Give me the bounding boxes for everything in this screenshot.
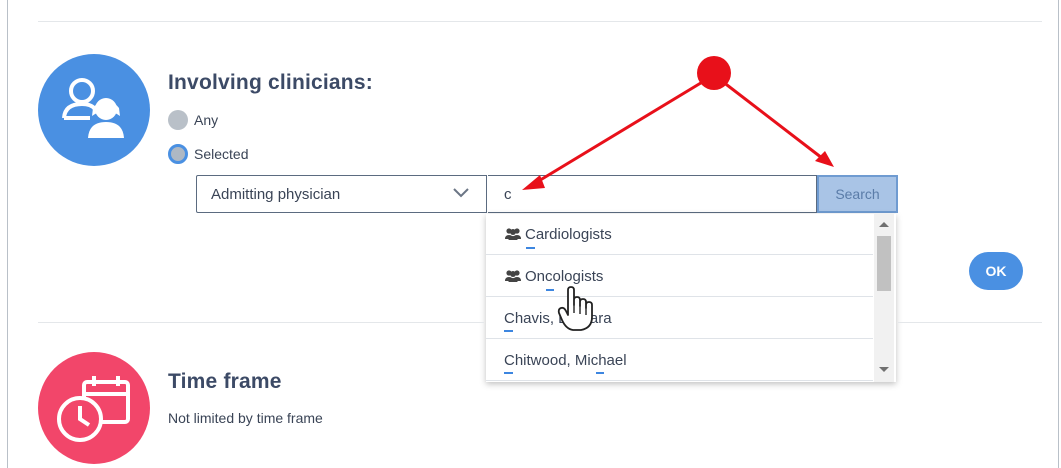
clinicians-title: Involving clinicians: bbox=[168, 71, 373, 94]
suggestion-item[interactable]: Chavis, Barbara bbox=[486, 298, 873, 339]
suggestion-label: Cardiologists bbox=[525, 225, 612, 243]
scroll-down-arrow[interactable] bbox=[879, 367, 889, 372]
role-select[interactable]: Admitting physician bbox=[196, 175, 487, 213]
match-highlight bbox=[546, 289, 554, 291]
clinicians-icon bbox=[38, 54, 150, 166]
top-divider bbox=[38, 21, 1042, 22]
role-select-value: Admitting physician bbox=[211, 185, 341, 203]
timeframe-description: Not limited by time frame bbox=[168, 410, 323, 426]
group-icon bbox=[505, 228, 521, 240]
section-divider bbox=[38, 322, 484, 323]
chevron-down-icon[interactable] bbox=[452, 186, 470, 200]
dropdown-scrollbar[interactable] bbox=[874, 214, 894, 382]
clinician-search-input[interactable]: c bbox=[488, 175, 817, 213]
scroll-thumb[interactable] bbox=[877, 236, 891, 291]
radio-selected-indicator[interactable] bbox=[168, 144, 188, 164]
search-button[interactable]: Search bbox=[817, 175, 898, 213]
suggestion-label: Chitwood, Michael bbox=[504, 351, 627, 369]
suggestion-item[interactable]: Cardiologists bbox=[486, 214, 873, 255]
suggestions-dropdown: Cardiologists Oncologists Chavis, Barbar… bbox=[486, 214, 896, 382]
radio-selected-label: Selected bbox=[194, 146, 249, 162]
match-highlight bbox=[504, 330, 513, 332]
timeframe-title: Time frame bbox=[168, 370, 282, 393]
section-divider bbox=[898, 322, 1042, 323]
suggestion-item[interactable]: Chitwood, Michael bbox=[486, 340, 873, 381]
time-frame-icon bbox=[38, 352, 150, 464]
ok-button[interactable]: OK bbox=[969, 252, 1023, 290]
scroll-up-arrow[interactable] bbox=[879, 222, 889, 227]
group-icon bbox=[505, 270, 521, 282]
match-highlight bbox=[504, 372, 513, 374]
radio-any-indicator[interactable] bbox=[168, 110, 188, 130]
radio-selected[interactable]: Selected bbox=[168, 144, 248, 164]
radio-any[interactable]: Any bbox=[168, 110, 218, 130]
match-highlight bbox=[526, 247, 535, 249]
search-input-value: c bbox=[504, 185, 512, 203]
suggestion-item[interactable]: Oncologists bbox=[486, 256, 873, 297]
suggestion-label: Oncologists bbox=[525, 267, 604, 285]
radio-any-label: Any bbox=[194, 112, 219, 128]
match-highlight bbox=[596, 372, 604, 374]
suggestion-label: Chavis, Barbara bbox=[504, 309, 612, 327]
